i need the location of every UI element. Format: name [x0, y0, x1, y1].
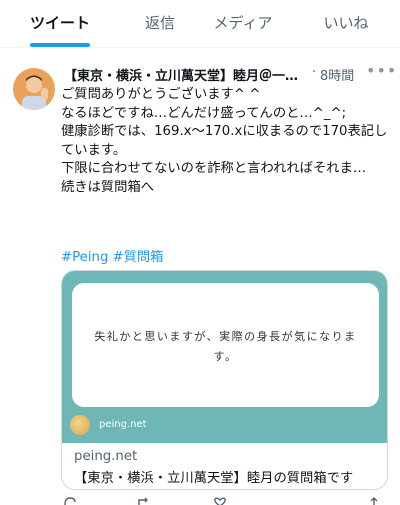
tweet-actions: [61, 497, 391, 505]
card-image: 失礼かと思いますが、実際の身長が気になります。 peing.net: [62, 271, 387, 443]
profile-tabs: ツイート 返信 メディア いいね: [0, 0, 400, 48]
separator-dot: ·: [312, 65, 317, 80]
card-image-brand: peing.net: [99, 419, 147, 430]
card-domain: peing.net: [74, 449, 138, 464]
tweet-line: なるほどですね…どんだけ盛ってんのと…^_^;: [61, 105, 347, 121]
avatar[interactable]: [13, 68, 55, 110]
reply-icon[interactable]: [63, 497, 77, 505]
tweet-line: 健康診断では、169.x〜170.xに収まるので170表記しています。: [61, 124, 388, 158]
tweet-line: 続きは質問箱へ: [61, 179, 155, 195]
tweet-time[interactable]: 8時間: [320, 65, 354, 84]
question-bubble: 失礼かと思いますが、実際の身長が気になります。: [72, 283, 379, 407]
retweet-icon[interactable]: [137, 497, 151, 505]
tweet-line: ご質問ありがとうございます^ ^: [61, 87, 261, 102]
hashtag-link[interactable]: #質問箱: [112, 250, 163, 265]
hashtags: #Peing #質問箱: [61, 246, 167, 265]
share-icon[interactable]: [367, 497, 381, 505]
link-card[interactable]: 失礼かと思いますが、実際の身長が気になります。 peing.net peing.…: [61, 270, 388, 490]
tab-media[interactable]: メディア: [206, 0, 280, 48]
tab-replies[interactable]: 返信: [130, 0, 190, 48]
active-tab-indicator: [30, 43, 90, 47]
tweet-header: 【東京・横浜・立川萬天堂】睦月＠一日… · 8時間 •••: [64, 61, 396, 85]
hashtag-link[interactable]: #Peing: [61, 250, 108, 265]
tab-likes[interactable]: いいね: [316, 0, 376, 48]
card-title: 【東京・横浜・立川萬天堂】睦月の質問箱です: [74, 471, 354, 486]
like-icon[interactable]: [213, 497, 227, 505]
question-text: 失礼かと思いますが、実際の身長が気になります。: [94, 330, 357, 363]
peing-logo-icon: [70, 415, 90, 435]
tab-tweets[interactable]: ツイート: [14, 0, 106, 48]
tweet-line: 下限に合わせてないのを詐称と言われればそれま…: [61, 161, 367, 176]
tweet-text: ご質問ありがとうございます^ ^ なるほどですね…どんだけ盛ってんのと…^_^;…: [61, 86, 391, 197]
more-icon[interactable]: •••: [366, 61, 397, 80]
author-name[interactable]: 【東京・横浜・立川萬天堂】睦月＠一日…: [64, 65, 310, 84]
